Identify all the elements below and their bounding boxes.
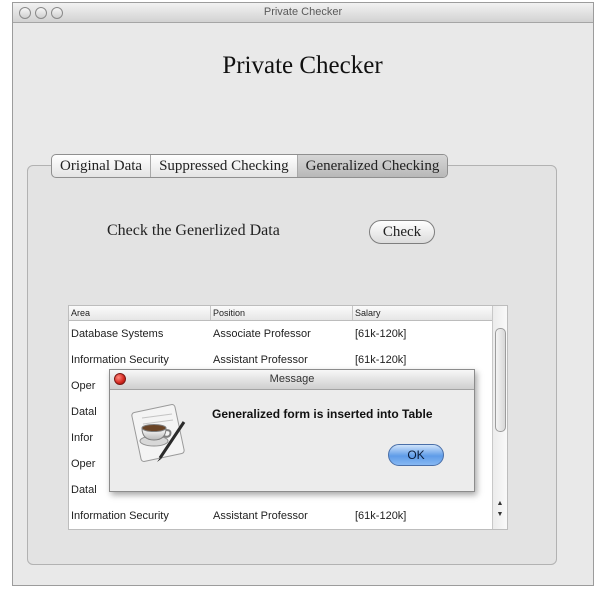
app-title: Private Checker [222, 52, 383, 79]
scroll-down-arrow-icon[interactable]: ▼ [496, 511, 504, 519]
scroll-up-arrow-icon[interactable]: ▲ [496, 500, 504, 508]
scrollbar-thumb[interactable] [495, 328, 506, 432]
tab-generalized-checking[interactable]: Generalized Checking [297, 155, 448, 177]
cell-salary: [61k-120k] [355, 354, 407, 366]
cell-salary: [61k-120k] [355, 328, 407, 340]
cell-position: Assistant Professor [213, 510, 308, 522]
cell-position: Associate Professor [213, 328, 311, 340]
column-header-position[interactable]: Position [211, 306, 353, 320]
message-dialog: Message Generalized form is inserted int… [109, 369, 475, 492]
table-row[interactable]: Database Systems Associate Professor [61… [69, 321, 493, 347]
cell-position: Assistant Professor [213, 354, 308, 366]
column-header-salary[interactable]: Salary [353, 306, 493, 320]
cell-salary: [61k-120k] [355, 510, 407, 522]
cell-area: Information Security [71, 510, 169, 522]
column-header-area[interactable]: Area [69, 306, 211, 320]
window-title: Private Checker [263, 6, 343, 18]
table-header: Area Position Salary [69, 306, 493, 321]
check-button[interactable]: Check [369, 220, 435, 244]
table-row[interactable]: Information Security Assistant Professor… [69, 503, 493, 529]
tab-suppressed-checking[interactable]: Suppressed Checking [151, 155, 298, 177]
cell-area: Information Security [71, 354, 169, 366]
message-app-icon [131, 404, 186, 462]
check-label: Check the Generlized Data [107, 222, 280, 239]
dialog-message: Generalized form is inserted into Table [212, 407, 433, 421]
tab-bar: Original Data Suppressed Checking Genera… [51, 154, 449, 178]
dialog-titlebar[interactable]: Message [110, 370, 474, 390]
table-scrollbar[interactable]: ▲ ▼ [492, 306, 507, 529]
ok-button[interactable]: OK [388, 444, 444, 466]
dialog-title: Message [269, 373, 315, 385]
window-titlebar[interactable]: Private Checker [13, 3, 593, 23]
cell-area: Database Systems [71, 328, 164, 340]
tab-original-data[interactable]: Original Data [52, 155, 152, 177]
